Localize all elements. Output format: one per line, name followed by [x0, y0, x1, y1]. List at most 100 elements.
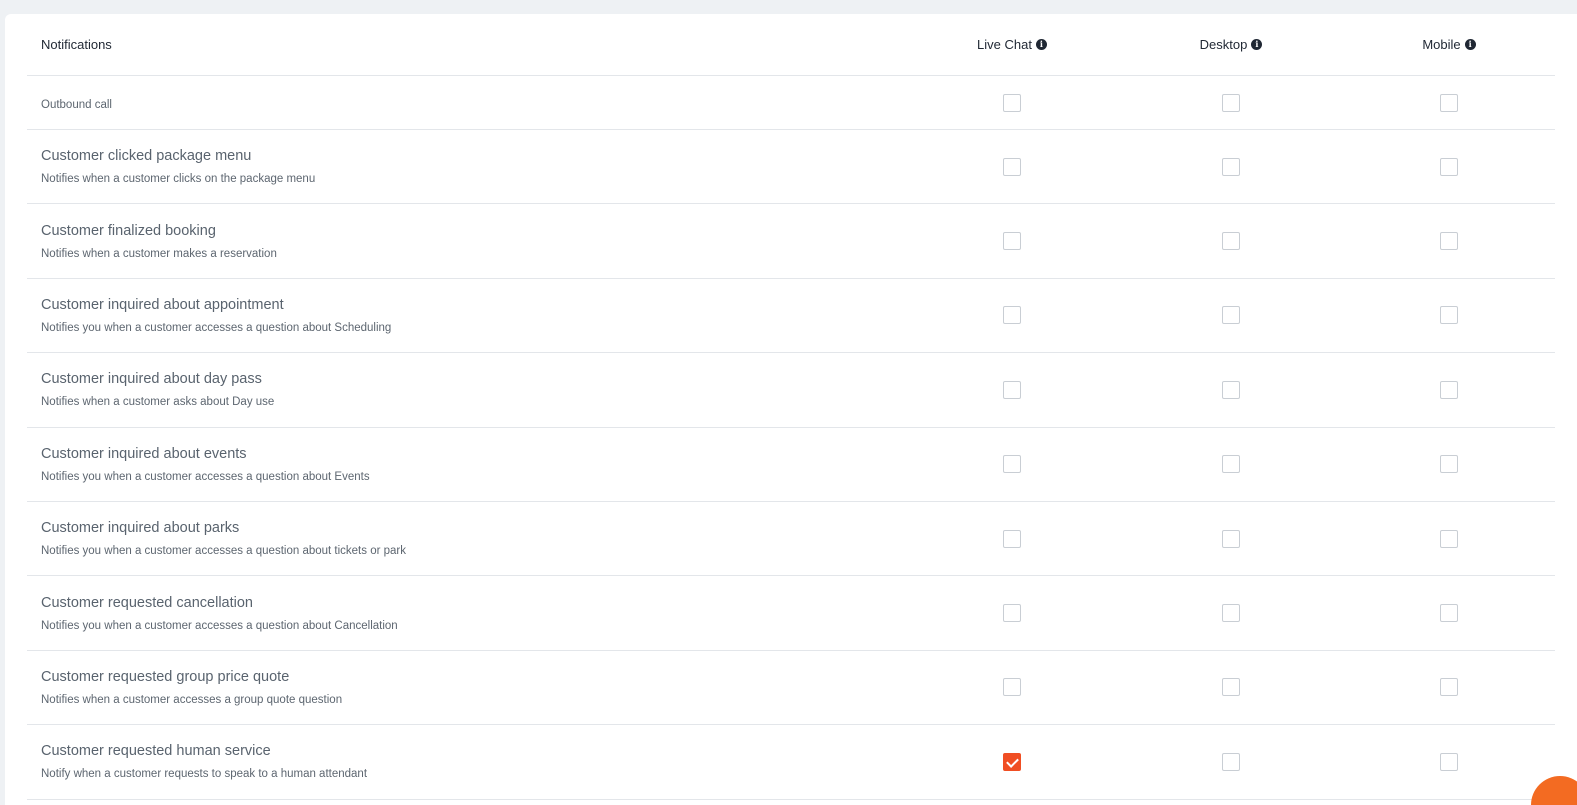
- checkbox-cell-desktop: [1211, 353, 1251, 426]
- notification-title: Customer inquired about events: [41, 445, 247, 462]
- notification-description: Notifies when a customer asks about Day …: [41, 396, 275, 409]
- column-desktop: Desktop i: [1151, 14, 1311, 75]
- checkbox-cell-desktop: [1211, 279, 1251, 352]
- notification-description: Notifies when a customer makes a reserva…: [41, 247, 277, 260]
- checkbox-cell-mobile: [1429, 428, 1469, 501]
- info-icon[interactable]: i: [1251, 39, 1263, 50]
- mobile-checkbox[interactable]: [1440, 604, 1458, 623]
- notification-label: Customer requested cancellation Notifies …: [41, 576, 398, 649]
- checkbox-cell-live-chat: [992, 279, 1032, 352]
- checkbox-cell-live-chat: [992, 651, 1032, 724]
- mobile-checkbox[interactable]: [1440, 380, 1458, 399]
- checkbox-cell-live-chat: [992, 204, 1032, 277]
- mobile-checkbox[interactable]: [1440, 93, 1458, 112]
- desktop-checkbox[interactable]: [1222, 455, 1240, 474]
- mobile-checkbox[interactable]: [1440, 157, 1458, 176]
- checkbox-cell-live-chat: [992, 76, 1032, 129]
- desktop-checkbox[interactable]: [1222, 752, 1240, 771]
- checkbox-cell-mobile: [1429, 76, 1469, 129]
- notification-label: Customer inquired about events Notifies y…: [41, 428, 370, 501]
- checkbox-cell-mobile: [1429, 725, 1469, 798]
- live-chat-checkbox[interactable]: [1003, 752, 1021, 771]
- checkbox-cell-live-chat: [992, 353, 1032, 426]
- table-row: Customer inquired about day pass Notifies…: [27, 353, 1555, 428]
- mobile-checkbox[interactable]: [1440, 752, 1458, 771]
- checkbox-cell-desktop: [1211, 651, 1251, 724]
- live-chat-checkbox[interactable]: [1003, 157, 1021, 176]
- notification-title: Customer finalized booking: [41, 222, 216, 239]
- notifications-card: Notifications Live Chat i Desktop i Mobile…: [5, 14, 1577, 805]
- mobile-checkbox[interactable]: [1440, 529, 1458, 548]
- desktop-checkbox[interactable]: [1222, 232, 1240, 251]
- notification-description: Notifies when a customer clicks on the p…: [41, 173, 316, 186]
- checkbox-cell-live-chat: [992, 576, 1032, 649]
- notifications-heading: Notifications: [41, 37, 112, 52]
- checkbox-cell-desktop: [1211, 204, 1251, 277]
- notification-label: Customer inquired about parks Notifies yo…: [41, 502, 406, 575]
- column-live-chat: Live Chat i: [932, 14, 1092, 75]
- table-row: Customer finalized booking Notifies when …: [27, 204, 1555, 279]
- checkbox-cell-desktop: [1211, 725, 1251, 798]
- notification-description: Notify when a customer requests to speak…: [41, 768, 368, 781]
- notification-description: Notifies when a customer accesses a grou…: [41, 693, 343, 706]
- table-row: Customer inquired about appointment Notif…: [27, 279, 1555, 354]
- info-icon[interactable]: i: [1464, 39, 1476, 50]
- notification-label: Outbound call: [41, 76, 112, 129]
- desktop-checkbox[interactable]: [1222, 529, 1240, 548]
- notification-title: Customer inquired about appointment: [41, 296, 284, 313]
- table-row: Customer requested human service Notify w…: [27, 725, 1555, 800]
- desktop-checkbox[interactable]: [1222, 678, 1240, 697]
- checkbox-cell-desktop: [1211, 502, 1251, 575]
- checkbox-cell-live-chat: [992, 428, 1032, 501]
- table-row: Customer inquired about parks Notifies yo…: [27, 502, 1555, 577]
- notification-label: Customer requested group price quote Noti…: [41, 651, 342, 724]
- desktop-checkbox[interactable]: [1222, 93, 1240, 112]
- checkbox-cell-mobile: [1429, 651, 1469, 724]
- notification-title: Customer requested human service: [41, 743, 271, 760]
- live-chat-checkbox[interactable]: [1003, 232, 1021, 251]
- checkbox-cell-live-chat: [992, 502, 1032, 575]
- checkbox-cell-live-chat: [992, 130, 1032, 203]
- desktop-checkbox[interactable]: [1222, 380, 1240, 399]
- checkbox-cell-mobile: [1429, 130, 1469, 203]
- checkbox-cell-mobile: [1429, 353, 1469, 426]
- checkbox-cell-desktop: [1211, 130, 1251, 203]
- info-icon[interactable]: i: [1035, 39, 1047, 50]
- live-chat-checkbox[interactable]: [1003, 529, 1021, 548]
- checkbox-cell-mobile: [1429, 502, 1469, 575]
- checkbox-cell-mobile: [1429, 279, 1469, 352]
- column-mobile: Mobile i: [1369, 14, 1529, 75]
- live-chat-checkbox[interactable]: [1003, 380, 1021, 399]
- mobile-checkbox[interactable]: [1440, 455, 1458, 474]
- notification-description: Notifies you when a customer accesses a …: [41, 470, 370, 483]
- mobile-checkbox[interactable]: [1440, 306, 1458, 325]
- notification-title: Customer inquired about parks: [41, 520, 240, 537]
- desktop-checkbox[interactable]: [1222, 604, 1240, 623]
- desktop-checkbox[interactable]: [1222, 306, 1240, 325]
- live-chat-checkbox[interactable]: [1003, 93, 1021, 112]
- mobile-checkbox[interactable]: [1440, 678, 1458, 697]
- notification-label: Customer finalized booking Notifies when …: [41, 204, 277, 277]
- live-chat-checkbox[interactable]: [1003, 306, 1021, 325]
- notification-label: Customer inquired about day pass Notifies…: [41, 353, 274, 426]
- notification-title: Customer requested cancellation: [41, 594, 253, 611]
- notification-description: Outbound call: [41, 98, 112, 111]
- table-header: Notifications Live Chat i Desktop i Mobile…: [27, 14, 1555, 76]
- live-chat-checkbox[interactable]: [1003, 604, 1021, 623]
- live-chat-checkbox[interactable]: [1003, 455, 1021, 474]
- notifications-table: Notifications Live Chat i Desktop i Mobile…: [27, 14, 1555, 800]
- notification-description: Notifies you when a customer accesses a …: [41, 619, 398, 632]
- table-row: Customer inquired about events Notifies y…: [27, 428, 1555, 502]
- notification-title: Customer clicked package menu: [41, 148, 252, 165]
- notification-title: Customer inquired about day pass: [41, 371, 262, 388]
- mobile-checkbox[interactable]: [1440, 232, 1458, 251]
- desktop-checkbox[interactable]: [1222, 157, 1240, 176]
- notification-description: Notifies you when a customer accesses a …: [41, 321, 392, 334]
- checkbox-cell-desktop: [1211, 76, 1251, 129]
- live-chat-checkbox[interactable]: [1003, 678, 1021, 697]
- notification-label: Customer inquired about appointment Notif…: [41, 279, 391, 352]
- notification-label: Customer requested human service Notify w…: [41, 725, 367, 798]
- notification-description: Notifies you when a customer accesses a …: [41, 545, 406, 558]
- table-row: Customer clicked package menu Notifies wh…: [27, 130, 1555, 205]
- checkbox-cell-live-chat: [992, 725, 1032, 798]
